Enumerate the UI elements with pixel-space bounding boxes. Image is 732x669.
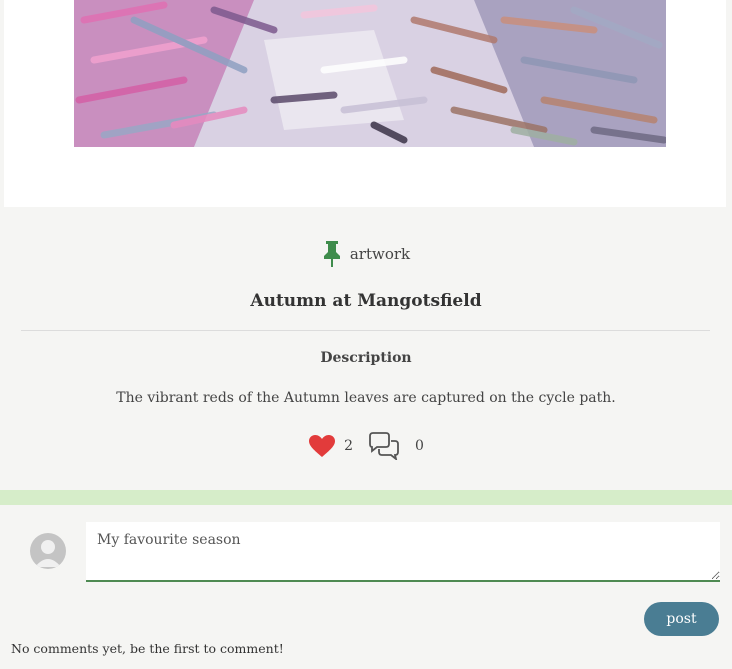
artwork-image (74, 0, 666, 147)
post-category: artwork (0, 240, 732, 268)
like-count: 2 (344, 438, 353, 454)
empty-comments-message: No comments yet, be the first to comment… (11, 641, 284, 656)
comment-count: 0 (415, 438, 424, 454)
divider (21, 330, 710, 331)
description-heading: Description (320, 350, 412, 366)
post-button[interactable]: post (644, 602, 719, 636)
post-card: artwork Autumn at Mangotsfield Descripti… (0, 0, 732, 490)
image-panel (4, 0, 726, 207)
description-text: The vibrant reds of the Autumn leaves ar… (116, 390, 616, 406)
category-label: artwork (349, 245, 411, 263)
comment-input[interactable]: My favourite season (86, 522, 720, 582)
heart-icon (309, 435, 336, 457)
user-avatar (30, 533, 66, 569)
post-stats: 2 0 (0, 432, 732, 460)
comments-indicator[interactable]: 0 (353, 432, 424, 460)
pushpin-icon (323, 241, 340, 267)
post-title: Autumn at Mangotsfield (250, 291, 482, 311)
like-button[interactable]: 2 (308, 434, 353, 458)
comments-icon (369, 432, 399, 460)
